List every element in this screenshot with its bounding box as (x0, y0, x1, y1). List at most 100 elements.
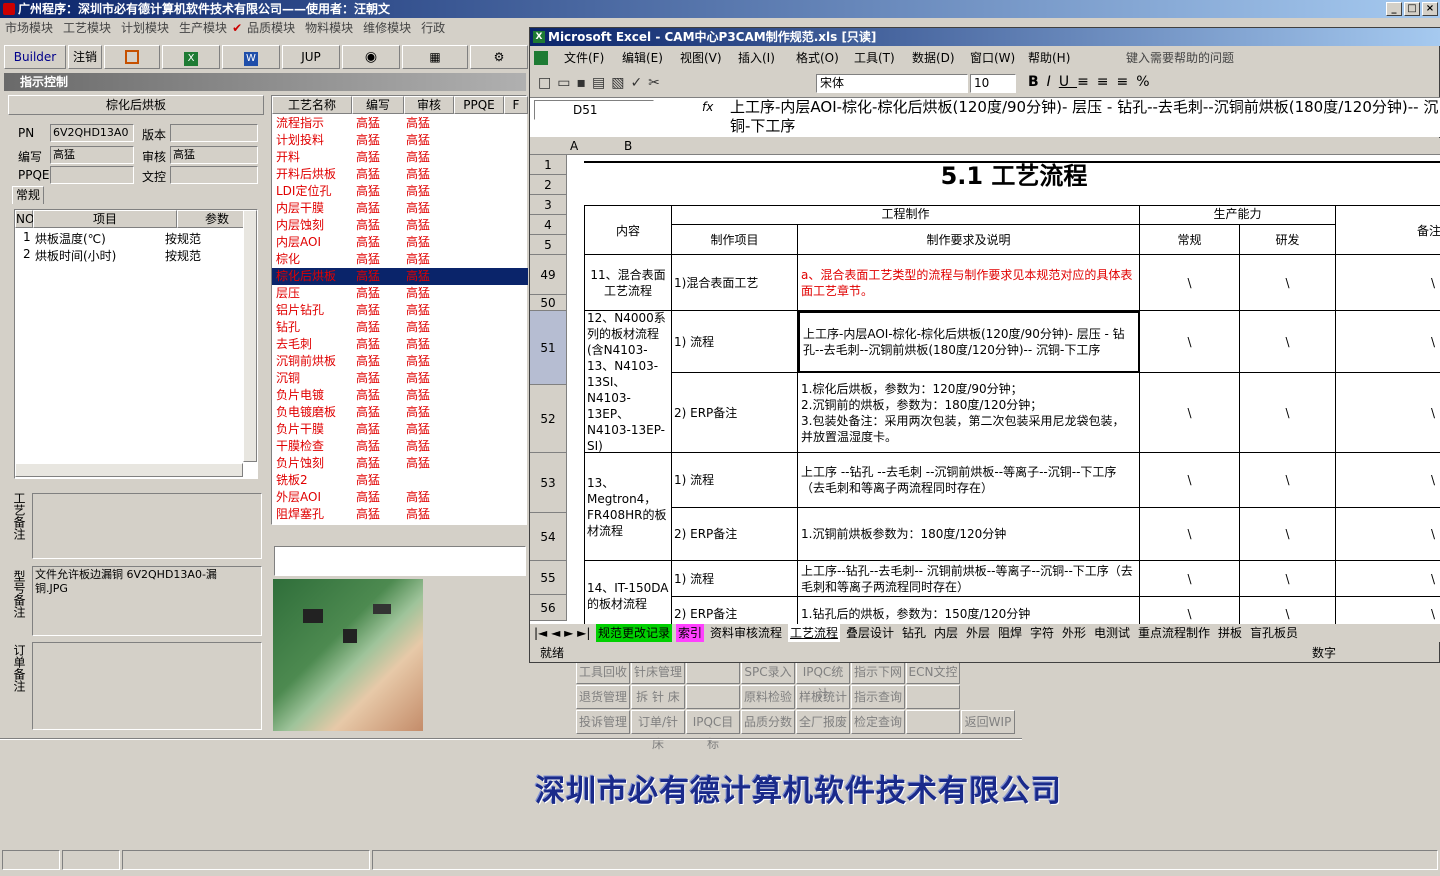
close-button[interactable]: × (1422, 2, 1438, 16)
note-cell[interactable]: \ (1336, 597, 1440, 624)
sheet-tab[interactable]: 拼板 (1216, 624, 1244, 642)
row-header[interactable]: 1 (530, 155, 567, 175)
model-note-box[interactable]: 文件允许板边漏铜 6V2QHD13A0-漏铜.JPG (32, 566, 262, 636)
row-header[interactable]: 49 (530, 255, 567, 295)
jup-button[interactable]: JUP (282, 45, 340, 69)
module-button[interactable]: 拆 针 床 (631, 685, 685, 709)
powerpoint-button[interactable] (104, 45, 160, 69)
underline-icon[interactable]: U (1059, 74, 1077, 90)
logout-button[interactable]: 注销 (68, 45, 102, 69)
process-row[interactable]: 开料后烘板 高猛 高猛 (272, 166, 528, 183)
ppqe-field[interactable] (50, 166, 134, 184)
menu-production[interactable]: 生产模块 (179, 21, 227, 35)
normal-cell[interactable]: \ (1140, 561, 1240, 597)
normal-cell[interactable]: \ (1140, 453, 1240, 508)
process-row[interactable]: 内层干膜 高猛 高猛 (272, 200, 528, 217)
process-row[interactable]: 沉铜 高猛 高猛 (272, 370, 528, 387)
sheet-tab[interactable]: 资料审核流程 (708, 624, 784, 642)
module-button[interactable]: ECN文控 (906, 660, 960, 684)
menu-process[interactable]: 工艺模块 (63, 21, 111, 35)
process-row[interactable]: 阻焊塞孔 高猛 高猛 (272, 506, 528, 523)
row-header[interactable]: 56 (530, 595, 567, 621)
process-header-editor[interactable]: 编写 (352, 96, 404, 114)
requirement-cell[interactable]: 上工序-内层AOI-棕化-棕化后烘板(120度/90分钟)- 层压 - 钻孔--… (798, 311, 1140, 373)
rd-cell[interactable]: \ (1240, 311, 1336, 373)
save-icon[interactable]: ▪ (576, 75, 592, 91)
order-note-box[interactable] (32, 642, 262, 730)
sheet-tab[interactable]: 工艺流程 (788, 624, 841, 642)
name-box[interactable]: D51 (534, 100, 654, 120)
note-cell[interactable]: \ (1336, 373, 1440, 453)
module-button[interactable]: 样板统计 (796, 685, 850, 709)
module-button[interactable]: IPQC统计 (796, 660, 850, 701)
excel-doc-icon[interactable] (534, 51, 548, 65)
normal-cell[interactable]: \ (1140, 508, 1240, 561)
spell-icon[interactable]: ✓ (630, 75, 648, 91)
col-a[interactable]: A (570, 139, 578, 153)
fx-icon[interactable]: fx (702, 100, 713, 114)
board-photo[interactable] (273, 579, 423, 731)
normal-cell[interactable]: \ (1140, 597, 1240, 624)
process-header-name[interactable]: 工艺名称 (272, 96, 352, 114)
header-note[interactable]: 备注 (1336, 205, 1440, 255)
process-row[interactable]: 沉铜前烘板 高猛 高猛 (272, 353, 528, 370)
menu-maintenance[interactable]: 维修模块 (363, 21, 411, 35)
font-select[interactable]: 宋体 (816, 74, 968, 93)
row-header[interactable]: 50 (530, 295, 567, 311)
requirement-cell[interactable]: 1.沉铜前烘板参数为：180度/120分钟 (798, 508, 1140, 561)
rd-cell[interactable]: \ (1240, 453, 1336, 508)
cut-icon[interactable]: ✂ (648, 75, 666, 91)
word-button[interactable]: W (222, 45, 280, 69)
process-row[interactable]: 开料 高猛 高猛 (272, 149, 528, 166)
process-row[interactable]: 铝片钻孔 高猛 高猛 (272, 302, 528, 319)
process-row[interactable]: LDI定位孔 高猛 高猛 (272, 183, 528, 200)
item-cell[interactable]: 2) ERP备注 (672, 508, 798, 561)
requirement-cell[interactable]: 1.棕化后烘板，参数为：120度/90分钟； 2.沉铜前的烘板，参数为：180度… (798, 373, 1140, 453)
row-header[interactable]: 55 (530, 561, 567, 595)
module-button[interactable] (686, 685, 740, 709)
item-cell[interactable]: 2) ERP备注 (672, 373, 798, 453)
header-rd[interactable]: 研发 (1240, 225, 1336, 255)
content-cell[interactable]: 13、Megtron4，FR408HR的板材流程 (584, 453, 672, 561)
row-header[interactable]: 5 (530, 235, 567, 255)
header-content[interactable]: 内容 (584, 205, 672, 255)
module-button[interactable] (686, 660, 740, 684)
rd-cell[interactable]: \ (1240, 373, 1336, 453)
menu-market[interactable]: 市场模块 (5, 21, 53, 35)
requirement-cell[interactable]: 上工序--钻孔--去毛刺-- 沉铜前烘板--等离子--沉铜--下工序（去毛刺和等… (798, 561, 1140, 597)
sheet-tab[interactable]: 外层 (964, 624, 992, 642)
item-cell[interactable]: 1) 流程 (672, 453, 798, 508)
menu-file[interactable]: 文件(F) (564, 47, 604, 69)
rd-cell[interactable]: \ (1240, 508, 1336, 561)
sheet-tab[interactable]: 字符 (1028, 624, 1056, 642)
sheet-tab[interactable]: 规范更改记录 (596, 624, 673, 642)
item-cell[interactable]: 1) 流程 (672, 311, 798, 373)
menu-help[interactable]: 帮助(H) (1028, 47, 1070, 69)
rd-cell[interactable]: \ (1240, 561, 1336, 597)
row-header[interactable]: 2 (530, 175, 567, 195)
module-button[interactable] (906, 685, 960, 709)
size-select[interactable]: 10 (970, 74, 1016, 93)
process-row[interactable]: 干膜检查 高猛 高猛 (272, 438, 528, 455)
note-cell[interactable]: \ (1336, 255, 1440, 311)
module-button[interactable]: IPQC目标 (686, 710, 740, 751)
open-icon[interactable]: ▭ (557, 75, 576, 91)
sheet-tab[interactable]: 盲孔板员 (1248, 624, 1300, 642)
module-button[interactable]: SPC录入 (741, 660, 795, 684)
process-note-box[interactable] (32, 493, 262, 559)
version-field[interactable] (170, 124, 258, 142)
tab-general[interactable]: 常规 (12, 186, 44, 204)
module-button[interactable]: 全厂报废 (796, 710, 850, 734)
maximize-button[interactable]: □ (1404, 2, 1420, 16)
menu-admin[interactable]: 行政 (421, 21, 445, 35)
module-button[interactable]: 返回WIP (961, 710, 1015, 734)
process-row[interactable]: 去毛刺 高猛 高猛 (272, 336, 528, 353)
sheet-tab[interactable]: 外形 (1060, 624, 1088, 642)
row-header[interactable]: 51 (530, 311, 567, 385)
header-normal[interactable]: 常规 (1140, 225, 1240, 255)
content-cell[interactable]: 12、N4000系列的板材流程(含N4103-13、N4103-13SI、N41… (584, 311, 672, 453)
italic-icon[interactable]: I (1047, 74, 1059, 90)
menu-window[interactable]: 窗口(W) (970, 47, 1015, 69)
note-cell[interactable]: \ (1336, 508, 1440, 561)
note-cell[interactable]: \ (1336, 561, 1440, 597)
